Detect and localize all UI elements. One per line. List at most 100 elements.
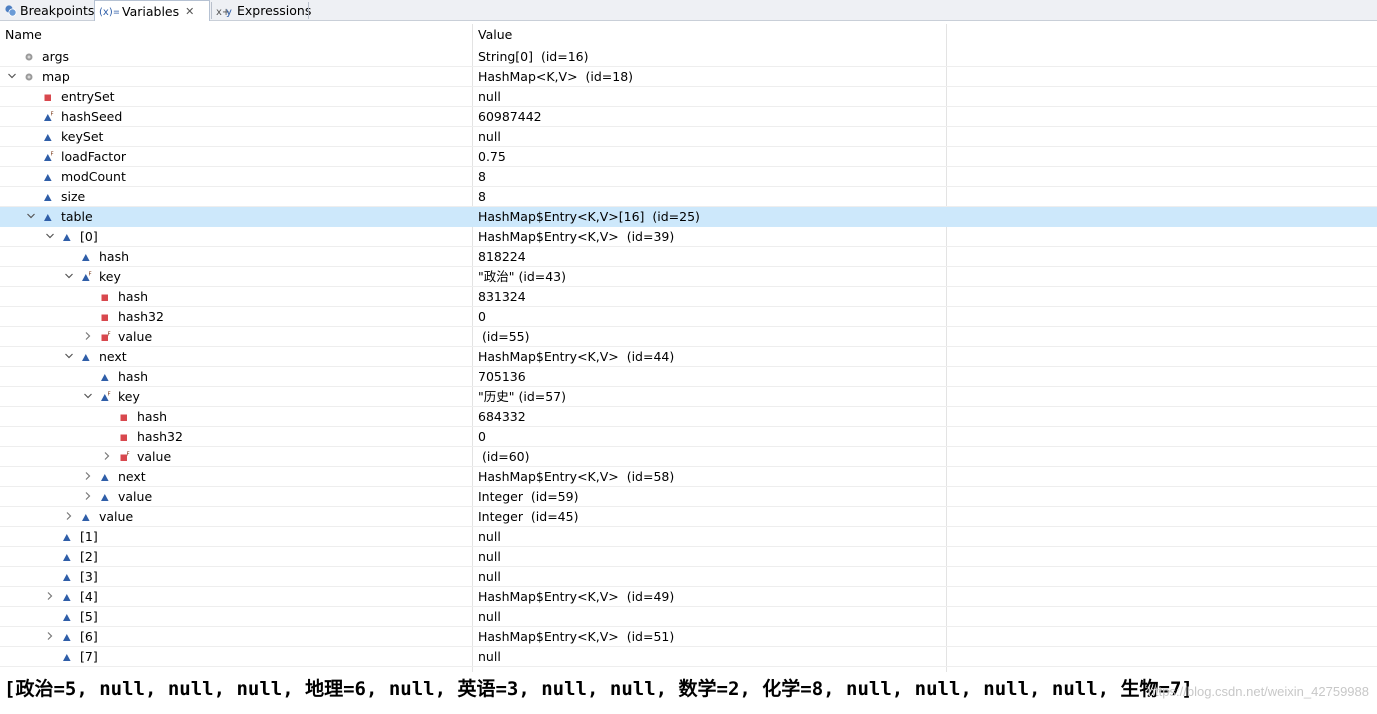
tree-row[interactable]: map HashMap<K,V> (id=18) xyxy=(0,67,1377,87)
variable-value: 0.75 xyxy=(478,149,506,164)
chevron-down-icon[interactable] xyxy=(63,270,75,282)
tree-row[interactable]: Fkey "政治" (id=43) xyxy=(0,267,1377,287)
tree-row[interactable]: [7] null xyxy=(0,647,1377,667)
package-field-icon xyxy=(62,231,74,243)
tree-row[interactable]: FloadFactor 0.75 xyxy=(0,147,1377,167)
tree-row[interactable]: next HashMap$Entry<K,V> (id=44) xyxy=(0,347,1377,367)
svg-text:F: F xyxy=(108,392,111,398)
package-field-icon: F xyxy=(43,111,55,123)
package-field-icon xyxy=(62,611,74,623)
chevron-down-icon[interactable] xyxy=(82,390,94,402)
svg-text:F: F xyxy=(127,452,130,458)
name-cell: keySet xyxy=(0,127,472,146)
variable-value: HashMap$Entry<K,V> (id=51) xyxy=(478,629,675,644)
tree-row[interactable]: hash 818224 xyxy=(0,247,1377,267)
variable-value: 60987442 xyxy=(478,109,542,124)
package-field-icon: F xyxy=(81,271,93,283)
package-field-icon xyxy=(81,511,93,523)
tree-row[interactable]: hash32 0 xyxy=(0,427,1377,447)
tree-row[interactable]: hash 705136 xyxy=(0,367,1377,387)
local-variable-icon xyxy=(24,51,36,63)
variable-name: value xyxy=(99,509,134,524)
chevron-right-icon[interactable] xyxy=(82,470,94,482)
tree-row[interactable]: [3] null xyxy=(0,567,1377,587)
variable-value: 0 xyxy=(478,429,486,444)
tree-row[interactable]: [5] null xyxy=(0,607,1377,627)
chevron-right-icon[interactable] xyxy=(63,510,75,522)
variable-value: null xyxy=(478,529,501,544)
variable-value: HashMap<K,V> (id=18) xyxy=(478,69,634,84)
tree-row[interactable]: value Integer (id=45) xyxy=(0,507,1377,527)
variable-name: size xyxy=(61,189,86,204)
name-cell: [4] xyxy=(0,587,472,606)
tree-row[interactable]: next HashMap$Entry<K,V> (id=58) xyxy=(0,467,1377,487)
tree-row[interactable]: [0] HashMap$Entry<K,V> (id=39) xyxy=(0,227,1377,247)
svg-text:F: F xyxy=(51,152,54,158)
tree-row[interactable]: [4] HashMap$Entry<K,V> (id=49) xyxy=(0,587,1377,607)
variable-value: HashMap$Entry<K,V> (id=49) xyxy=(478,589,675,604)
variables-tree: args String[0] (id=16) map HashMap<K,V> (id… xyxy=(0,47,1377,667)
tree-row[interactable]: hash 831324 xyxy=(0,287,1377,307)
package-field-icon xyxy=(62,551,74,563)
tree-row[interactable]: Fvalue (id=55) xyxy=(0,327,1377,347)
tab-breakpoints[interactable]: Breakpoints xyxy=(0,0,94,21)
tree-row[interactable]: hash32 0 xyxy=(0,307,1377,327)
name-cell: [0] xyxy=(0,227,472,246)
variable-value: null xyxy=(478,129,501,144)
variable-name: hash xyxy=(118,369,149,384)
tree-row[interactable]: table HashMap$Entry<K,V>[16] (id=25) xyxy=(0,207,1377,227)
tab-variables[interactable]: (x)= Variables ✕ xyxy=(94,0,210,21)
variable-value: "历史" (id=57) xyxy=(478,389,567,404)
tree-row[interactable]: value Integer (id=59) xyxy=(0,487,1377,507)
chevron-down-icon[interactable] xyxy=(25,210,37,222)
chevron-down-icon[interactable] xyxy=(63,350,75,362)
variable-name: [5] xyxy=(80,609,98,624)
name-cell: next xyxy=(0,347,472,366)
variable-value: null xyxy=(478,609,501,624)
chevron-right-icon[interactable] xyxy=(82,490,94,502)
variable-name: hash xyxy=(99,249,130,264)
tree-row[interactable]: size 8 xyxy=(0,187,1377,207)
tree-row[interactable]: args String[0] (id=16) xyxy=(0,47,1377,67)
variable-value: 705136 xyxy=(478,369,526,384)
chevron-down-icon[interactable] xyxy=(44,230,56,242)
package-field-icon xyxy=(81,351,93,363)
tree-row[interactable]: FhashSeed 60987442 xyxy=(0,107,1377,127)
variable-name: value xyxy=(118,329,153,344)
variable-name: modCount xyxy=(61,169,126,184)
expressions-icon: x+ y xyxy=(216,4,234,18)
package-field-icon xyxy=(100,471,112,483)
tree-row[interactable]: [2] null xyxy=(0,547,1377,567)
chevron-right-icon[interactable] xyxy=(82,330,94,342)
close-icon[interactable]: ✕ xyxy=(185,5,194,18)
tree-row[interactable]: hash 684332 xyxy=(0,407,1377,427)
chevron-right-icon[interactable] xyxy=(44,630,56,642)
private-field-icon xyxy=(100,291,112,303)
chevron-right-icon[interactable] xyxy=(101,450,113,462)
tree-row[interactable]: [6] HashMap$Entry<K,V> (id=51) xyxy=(0,627,1377,647)
name-cell: [2] xyxy=(0,547,472,566)
tree-column-header: Name Value xyxy=(0,24,1377,46)
tree-row[interactable]: Fkey "历史" (id=57) xyxy=(0,387,1377,407)
variable-value: null xyxy=(478,89,501,104)
svg-text:F: F xyxy=(51,112,54,118)
tree-row[interactable]: Fvalue (id=60) xyxy=(0,447,1377,467)
tree-row[interactable]: [1] null xyxy=(0,527,1377,547)
tree-row[interactable]: entrySet null xyxy=(0,87,1377,107)
name-cell: [5] xyxy=(0,607,472,626)
name-cell: [6] xyxy=(0,627,472,646)
chevron-down-icon[interactable] xyxy=(6,70,18,82)
tree-row[interactable]: modCount 8 xyxy=(0,167,1377,187)
chevron-right-icon[interactable] xyxy=(44,590,56,602)
name-cell: hash xyxy=(0,367,472,386)
tab-expressions[interactable]: x+ y Expressions xyxy=(212,0,311,21)
package-field-icon xyxy=(62,651,74,663)
value-column-header[interactable]: Value xyxy=(473,24,947,46)
name-column-header[interactable]: Name xyxy=(0,24,472,46)
variable-name: value xyxy=(137,449,172,464)
tree-row[interactable]: keySet null xyxy=(0,127,1377,147)
name-cell: hash32 xyxy=(0,307,472,326)
variable-value: 8 xyxy=(478,169,486,184)
name-cell: [3] xyxy=(0,567,472,586)
variable-name: table xyxy=(61,209,93,224)
